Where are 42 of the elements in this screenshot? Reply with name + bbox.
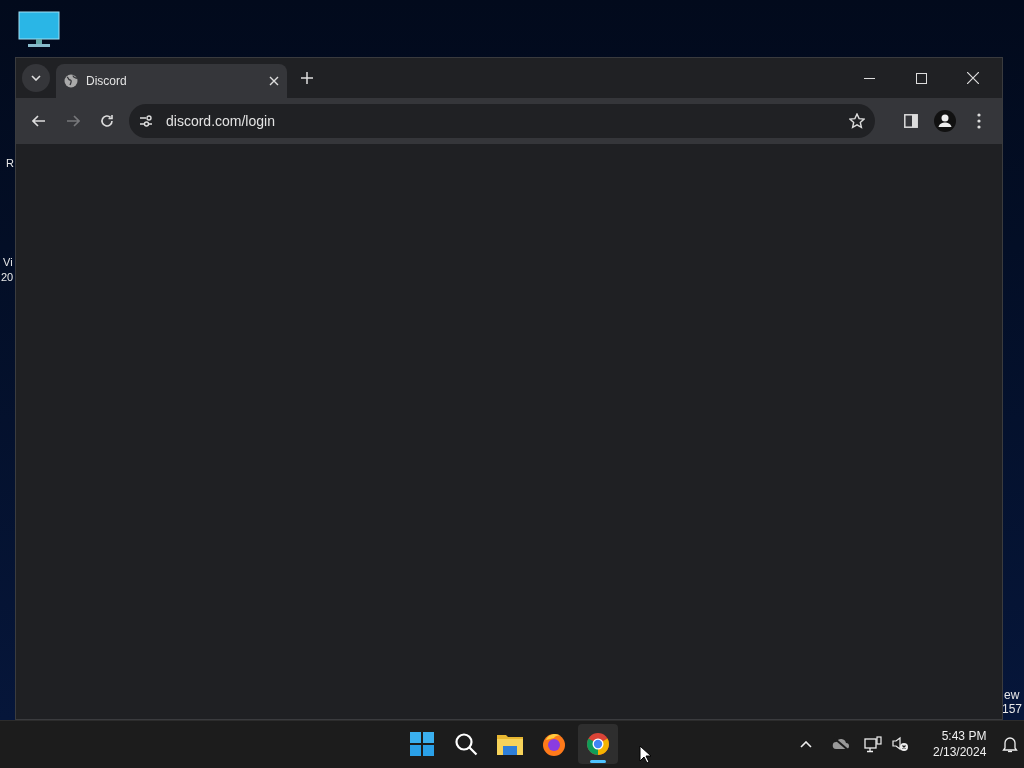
close-tab-icon[interactable] [269,76,279,86]
watermark-fragment: ew [1004,687,1020,704]
globe-icon [64,74,78,88]
reload-icon [100,114,114,128]
chevron-up-icon[interactable] [800,740,812,748]
chrome-button[interactable] [578,724,618,764]
clock-time: 5:43 PM [941,728,987,744]
chrome-logo-icon [586,732,610,756]
forward-arrow-icon [66,115,80,127]
computer-icon[interactable] [18,11,60,49]
cloud-off-icon[interactable] [832,737,850,751]
windows-logo-icon [410,732,434,756]
bookmark-star-icon[interactable] [849,113,865,129]
desktop-label-fragment: R [6,156,14,171]
chevron-down-icon [31,75,41,81]
minimize-icon [863,77,875,79]
desktop-label-fragment: 20 [1,270,14,285]
clock[interactable]: 5:43 PM 2/13/2024 [933,728,987,760]
fox-globe-icon [542,732,566,756]
url-text: discord.com/login [166,111,275,131]
close-icon [967,72,979,84]
speaker-muted-icon[interactable] [892,736,909,752]
search-icon [454,732,478,756]
maximize-icon [915,72,927,84]
tab-search-button[interactable] [22,64,50,92]
watermark-fragment: 157 [1002,701,1023,718]
address-bar[interactable]: discord.com/login [129,104,875,138]
browser-tab[interactable]: Discord [56,64,287,98]
person-icon [934,110,956,132]
clock-date: 2/13/2024 [933,744,987,760]
side-panel-icon [904,114,918,128]
plus-icon [301,72,313,84]
folder-icon [497,733,523,755]
tab-title: Discord [86,73,128,90]
network-icon[interactable] [864,735,882,753]
cursor-icon [639,745,651,764]
bell-icon[interactable] [1002,735,1019,753]
back-arrow-icon [32,115,46,127]
desktop-label-fragment: Vi [3,255,13,270]
tune-icon [139,115,153,127]
more-icon [977,113,981,129]
active-indicator [590,760,606,763]
